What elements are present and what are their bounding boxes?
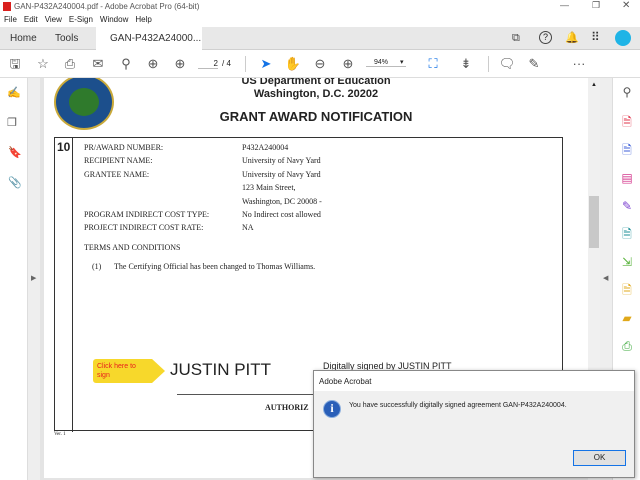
pages-thumbnails-icon[interactable]: ❐ [7,116,17,129]
menu-esign[interactable]: E-Sign [69,15,93,24]
page-fit-icon[interactable]: ⛶ [424,55,442,73]
left-navigation-panel: ✍ ❐ 🔖 📎 [0,78,28,480]
tab-home[interactable]: Home [10,27,37,50]
field-value: University of Navy Yard [242,169,321,179]
print-production-icon[interactable]: ⎙ [619,338,635,354]
award-fields: PR/AWARD NUMBER: P432A240004 RECIPIENT NA… [84,141,322,274]
left-panel-toggle[interactable]: ▶ [28,78,40,480]
tab-bar: Home Tools GAN-P432A24000... × ⧉ ? 🔔 ⠿ [0,27,640,66]
notifications-bell-icon[interactable]: 🔔 [565,31,579,44]
tab-document[interactable]: GAN-P432A24000... × [96,27,202,66]
help-icon[interactable]: ? [539,31,552,44]
click-to-sign-tag[interactable]: Click here to sign [93,359,165,383]
highlight-pen-icon[interactable]: ✎ [525,55,543,73]
zoom-value: 94% [374,59,389,66]
field-value: NA [242,223,254,233]
terms-heading: TERMS AND CONDITIONS [84,242,181,252]
field-label: PR/AWARD NUMBER: [84,143,164,152]
zoom-in-icon[interactable]: ⊕ [339,55,357,73]
menu-file[interactable]: File [4,15,17,24]
menu-help[interactable]: Help [135,15,151,24]
previous-page-icon[interactable]: ⊕ [144,55,162,73]
field-label: GRANTEE NAME: [84,169,150,179]
restore-button[interactable]: ❐ [592,0,600,11]
dialog-title: Adobe Acrobat [314,371,634,391]
fill-sign-icon[interactable]: ✎ [619,198,635,214]
field-value: 123 Main Street, [242,183,296,193]
menu-edit[interactable]: Edit [24,15,38,24]
authorized-label: AUTHORIZ [265,403,309,412]
scrollbar-thumb[interactable] [589,196,599,248]
chevron-down-icon: ▾ [400,59,404,66]
compress-pdf-icon[interactable]: ⇲ [619,254,635,270]
header-address: Washington, D.C. 20202 [253,88,379,100]
field-label: PROGRAM INDIRECT COST TYPE: [84,210,210,220]
page-total: / 4 [222,59,231,68]
alert-dialog: Adobe Acrobat i You have successfully di… [313,370,635,478]
field-label: PROJECT INDIRECT COST RATE: [84,223,204,233]
tab-tools[interactable]: Tools [55,27,78,50]
search-zoom-icon[interactable]: ⚲ [117,55,135,73]
zoom-select[interactable]: 94% ▾ [366,58,406,67]
signer-name: JUSTIN PITT [170,360,272,379]
attachments-icon[interactable]: 📎 [8,176,22,189]
create-pdf-icon[interactable]: 🗎 [619,114,635,130]
menu-bar: File Edit View E-Sign Window Help [0,13,640,27]
field-label: RECIPIENT NAME: [84,156,153,166]
email-icon[interactable]: ✉ [89,55,107,73]
divider [245,56,246,72]
info-icon: i [323,400,341,418]
window-title: GAN-P432A240004.pdf - Adobe Acrobat Pro … [14,2,200,11]
field-value: No Indirect cost allowed [242,210,321,220]
share-file-icon[interactable]: 🗎 [619,282,635,298]
comment-icon[interactable]: 🗨 [498,55,516,73]
title-bar: GAN-P432A240004.pdf - Adobe Acrobat Pro … [0,0,640,13]
toolbar: 🖫 ☆ ⎙ ✉ ⚲ ⊕ ⊕ 2 / 4 ➤ ✋ ⊖ ⊕ 94% ▾ ⛶ ⇟ 🗨 ✎… [0,50,640,78]
divider [488,56,489,72]
header-department: US Department of Education [241,78,391,87]
dialog-message: You have successfully digitally signed a… [349,402,567,409]
field-value: University of Navy Yard [242,156,321,166]
avatar[interactable] [615,30,631,46]
collapse-right-icon[interactable]: ◀ [603,274,608,282]
apps-grid-icon[interactable]: ⠿ [591,30,600,44]
pdf-app-icon [3,2,11,11]
field-value: P432A240004 [242,143,289,152]
ok-button[interactable]: OK [573,450,626,466]
organize-pages-icon[interactable]: ▤ [619,170,635,186]
document-title: GRANT AWARD NOTIFICATION [219,109,413,124]
hand-tool-icon[interactable]: ✋ [284,55,302,73]
version-label: Ver. 1 [54,432,66,437]
next-page-icon[interactable]: ⊕ [171,55,189,73]
scroll-mode-icon[interactable]: ⇟ [457,55,475,73]
tab-document-label: GAN-P432A24000... [110,33,202,44]
select-cursor-icon[interactable]: ➤ [257,55,275,73]
search-icon[interactable]: ⚲ [619,84,635,100]
minimize-button[interactable]: — [560,0,569,10]
menu-view[interactable]: View [45,15,62,24]
expand-left-icon[interactable]: ▶ [31,274,36,282]
term-text: The Certifying Official has been changed… [114,262,316,272]
field-value: Washington, DC 20008 - [242,196,322,206]
bookmarks-icon[interactable]: 🔖 [8,146,22,159]
more-options-icon[interactable]: ··· [570,55,588,73]
send-for-signature-icon[interactable]: 🗎 [619,226,635,242]
comment-tool-icon[interactable]: ▰ [619,310,635,326]
close-window-button[interactable]: ✕ [622,0,630,11]
signature-panel-icon[interactable]: ✍ [7,86,21,99]
page-number-input[interactable]: 2 [198,59,218,69]
export-pdf-icon[interactable]: 🗎 [619,142,635,158]
share-icon[interactable]: ⧉ [512,32,520,45]
bookmark-star-icon[interactable]: ☆ [34,55,52,73]
print-icon[interactable]: ⎙ [61,55,79,73]
section-number: 10 [57,140,71,154]
term-number: (1) [92,262,102,272]
save-icon[interactable]: 🖫 [6,55,24,73]
zoom-out-icon[interactable]: ⊖ [311,55,329,73]
scroll-up-icon[interactable]: ▲ [591,82,597,88]
menu-window[interactable]: Window [100,15,128,24]
